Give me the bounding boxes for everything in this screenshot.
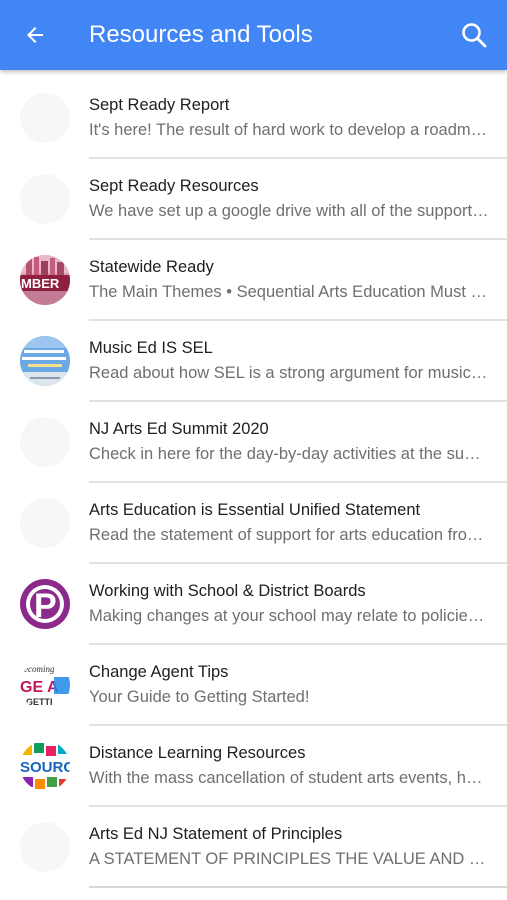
back-button[interactable] xyxy=(12,13,58,57)
list-item[interactable]: Music Ed IS SEL Read about how SEL is a … xyxy=(0,321,507,402)
avatar-text-top: ecoming xyxy=(24,664,55,674)
list-item-subtitle: Check in here for the day-by-day activit… xyxy=(89,445,489,463)
list-item-text: Statewide Ready The Main Themes • Sequen… xyxy=(89,240,507,321)
search-icon xyxy=(462,23,487,48)
list-item-title: Distance Learning Resources xyxy=(89,744,306,762)
list-item-title: Working with School & District Boards xyxy=(89,582,366,600)
avatar-image: SOURC xyxy=(20,741,70,791)
list-item-text: Working with School & District Boards Ma… xyxy=(89,564,507,645)
list-item-text: Arts Education is Essential Unified Stat… xyxy=(89,483,507,564)
list-item[interactable]: Sept Ready Report It's here! The result … xyxy=(0,78,507,159)
avatar-text: SOURC xyxy=(20,759,70,776)
list-item[interactable]: NJ Arts Ed Summit 2020 Check in here for… xyxy=(0,402,507,483)
avatar-image: P xyxy=(20,579,70,629)
avatar xyxy=(20,174,70,224)
page-title: Resources and Tools xyxy=(89,21,313,48)
avatar xyxy=(20,93,70,143)
avatar xyxy=(20,822,70,872)
list-item-text: Music Ed IS SEL Read about how SEL is a … xyxy=(89,321,507,402)
avatar-text-bottom: GETTI xyxy=(26,697,53,707)
search-button[interactable] xyxy=(451,13,497,57)
list-item[interactable]: P Working with School & District Boards … xyxy=(0,564,507,645)
avatar-text: P xyxy=(34,587,57,625)
list-item-title: Change Agent Tips xyxy=(89,663,229,681)
list-item[interactable]: MBER Statewide Ready The Main Themes • S… xyxy=(0,240,507,321)
list-item-text: Sept Ready Resources We have set up a go… xyxy=(89,159,507,240)
list-item-subtitle: With the mass cancellation of student ar… xyxy=(89,769,489,787)
avatar xyxy=(20,498,70,548)
avatar-image: ecoming GE A GETTI xyxy=(20,660,70,710)
list-item-text: Distance Learning Resources With the mas… xyxy=(89,726,507,807)
list-item-title: Sept Ready Resources xyxy=(89,177,259,195)
app-bar: Resources and Tools xyxy=(0,0,507,70)
list-item-text: Arts Ed NJ Statement of Principles A STA… xyxy=(89,807,507,888)
list-item-text: NJ Arts Ed Summit 2020 Check in here for… xyxy=(89,402,507,483)
list-item-subtitle: We have set up a google drive with all o… xyxy=(89,202,489,220)
app-screen: Resources and Tools Sept Ready Report It… xyxy=(0,0,507,900)
list-item-text: Change Agent Tips Your Guide to Getting … xyxy=(89,645,507,726)
list-item[interactable]: Sept Ready Resources We have set up a go… xyxy=(0,159,507,240)
list-item-title: NJ Arts Ed Summit 2020 xyxy=(89,420,269,438)
list-item-subtitle: Read the statement of support for arts e… xyxy=(89,526,489,544)
list-item-title: Arts Education is Essential Unified Stat… xyxy=(89,501,421,519)
list-item-title: Sept Ready Report xyxy=(89,96,230,114)
avatar-text-mid: GE A xyxy=(20,679,59,696)
list-item-title: Statewide Ready xyxy=(89,258,214,276)
list-item[interactable]: Arts Education is Essential Unified Stat… xyxy=(0,483,507,564)
list-item-subtitle: It's here! The result of hard work to de… xyxy=(89,121,489,139)
list-item-subtitle: Making changes at your school may relate… xyxy=(89,607,489,625)
list-item-text: Sept Ready Report It's here! The result … xyxy=(89,78,507,159)
avatar-image: MBER xyxy=(20,255,70,305)
list-item-title: Arts Ed NJ Statement of Principles xyxy=(89,825,343,843)
list-item-title: Music Ed IS SEL xyxy=(89,339,213,357)
avatar xyxy=(20,417,70,467)
list-item-subtitle: The Main Themes • Sequential Arts Educat… xyxy=(89,283,489,301)
list-item[interactable]: SOURC Distance Learning Resources With t… xyxy=(0,726,507,807)
arrow-back-icon xyxy=(27,27,43,43)
list-item[interactable]: ecoming GE A GETTI Change Agent Tips You… xyxy=(0,645,507,726)
list-item-subtitle: Read about how SEL is a strong argument … xyxy=(89,364,489,382)
list-item-subtitle: A STATEMENT OF PRINCIPLES THE VALUE AND … xyxy=(89,850,489,868)
resource-list: Sept Ready Report It's here! The result … xyxy=(0,78,507,888)
list-item[interactable]: Arts Ed NJ Statement of Principles A STA… xyxy=(0,807,507,888)
avatar-text: MBER xyxy=(21,276,60,291)
avatar-image xyxy=(20,336,70,386)
list-item-subtitle: Your Guide to Getting Started! xyxy=(89,688,310,706)
